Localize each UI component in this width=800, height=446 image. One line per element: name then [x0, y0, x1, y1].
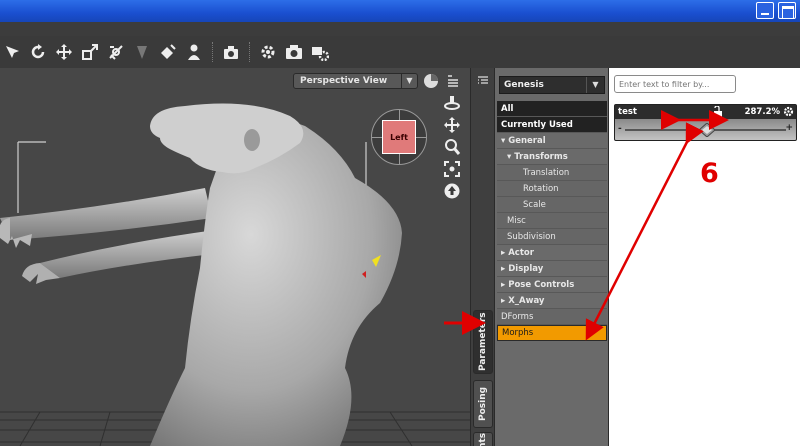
main-toolbar	[0, 36, 800, 68]
pan-icon[interactable]	[443, 116, 461, 134]
parameter-group-item[interactable]: ▸ X_Away	[497, 293, 607, 309]
parameter-group-item[interactable]: Subdivision	[497, 229, 607, 245]
funnel-icon[interactable]	[132, 42, 152, 62]
parameter-group-item[interactable]: Currently Used	[497, 117, 607, 133]
filter-input[interactable]	[614, 75, 736, 93]
annotation-number: 6	[700, 158, 719, 189]
orbit-icon[interactable]	[443, 94, 461, 112]
parameter-group-item[interactable]: All	[497, 101, 607, 117]
slider-decrement[interactable]: -	[618, 124, 622, 134]
viewport-menu-icon[interactable]	[444, 72, 462, 90]
joint-editor-icon[interactable]	[106, 42, 126, 62]
slider-thumb[interactable]	[698, 122, 716, 138]
parameter-group-item[interactable]: ▸ Display	[497, 261, 607, 277]
parameter-group-item[interactable]: ▸ Pose Controls	[497, 277, 607, 293]
minimize-button[interactable]	[756, 2, 774, 19]
parameter-group-item[interactable]: Translation	[497, 165, 607, 181]
view-selector-label: Perspective View	[300, 76, 388, 86]
translate-tool-icon[interactable]	[54, 42, 74, 62]
parameter-group-list: All Currently Used ▾ General ▾ Transforms Tr…	[497, 101, 607, 341]
side-tab-strip: Parameters Posing nts	[470, 68, 494, 446]
parameter-group-item[interactable]: Morphs	[497, 325, 607, 341]
parameter-group-item[interactable]: DForms	[497, 309, 607, 325]
property-value[interactable]: 287.2%	[745, 107, 780, 117]
property-name: test	[618, 107, 637, 117]
property-header: test 287.2%	[615, 105, 796, 119]
surface-selection-icon[interactable]	[158, 42, 178, 62]
render-settings-icon[interactable]	[258, 42, 278, 62]
toolbar-separator	[249, 42, 250, 62]
property-slider[interactable]: - +	[615, 119, 796, 140]
parameter-tree-panel: Genesis ▼ All Currently Used ▾ General ▾ Tr…	[494, 68, 608, 446]
view-cube-face-left[interactable]: Left	[382, 120, 416, 154]
unlock-icon[interactable]	[713, 105, 723, 120]
3d-viewport[interactable]: Perspective View ▼ Left	[0, 68, 470, 446]
property-slider-widget[interactable]: test 287.2% - +	[614, 104, 797, 141]
node-selection-icon[interactable]	[2, 42, 22, 62]
gear-icon[interactable]	[783, 106, 794, 120]
toolbar-separator	[212, 42, 213, 62]
parameter-group-item[interactable]: ▾ General	[497, 133, 607, 149]
render-to-file-icon[interactable]	[310, 42, 330, 62]
menu-bar	[0, 22, 800, 36]
parameter-group-item[interactable]: Scale	[497, 197, 607, 213]
frame-icon[interactable]	[443, 160, 461, 178]
parameter-group-item[interactable]: ▾ Transforms	[497, 149, 607, 165]
tab-contents[interactable]: nts	[473, 432, 493, 446]
camera-icon[interactable]	[221, 42, 241, 62]
zoom-icon[interactable]	[443, 138, 461, 156]
shading-mode-icon[interactable]	[422, 72, 440, 90]
window-title-bar	[0, 0, 800, 22]
parameter-group-item[interactable]: ▸ Actor	[497, 245, 607, 261]
render-icon[interactable]	[284, 42, 304, 62]
reset-view-icon[interactable]	[443, 182, 461, 200]
property-panel: test 287.2% - +	[608, 68, 800, 446]
figure-selector[interactable]: Genesis ▼	[499, 76, 605, 94]
view-cube[interactable]: Left	[371, 109, 427, 165]
chevron-down-icon[interactable]: ▼	[401, 74, 417, 88]
tab-posing[interactable]: Posing	[473, 380, 493, 428]
parameter-group-item[interactable]: Rotation	[497, 181, 607, 197]
pane-menu-icon[interactable]	[476, 72, 490, 84]
tab-parameters[interactable]: Parameters	[473, 310, 493, 374]
chevron-down-icon[interactable]: ▼	[586, 77, 604, 93]
parameter-group-item[interactable]: Misc	[497, 213, 607, 229]
figure-selector-label: Genesis	[504, 80, 544, 90]
slider-increment[interactable]: +	[785, 123, 793, 133]
maximize-button[interactable]	[778, 2, 796, 19]
rotate-tool-icon[interactable]	[28, 42, 48, 62]
view-selector[interactable]: Perspective View ▼	[293, 73, 418, 89]
figure-tool-icon[interactable]	[184, 42, 204, 62]
scale-tool-icon[interactable]	[80, 42, 100, 62]
